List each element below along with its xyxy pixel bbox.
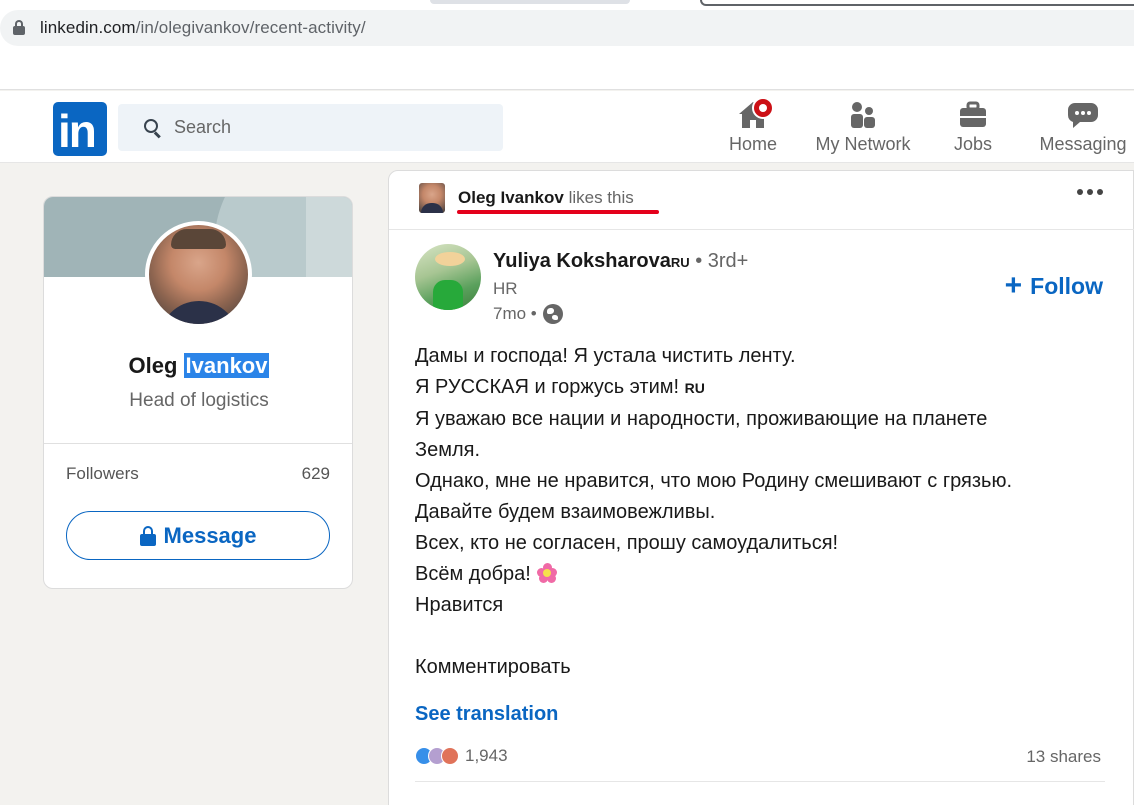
activity-avatar[interactable] — [419, 183, 445, 213]
nav-home[interactable]: Home — [722, 97, 784, 159]
message-button[interactable]: Message — [66, 511, 330, 560]
post-line: Однако, мне не нравится, что мою Родину … — [415, 470, 1013, 492]
love-reaction-icon — [441, 747, 459, 765]
post-time-text: 7mo • — [493, 304, 537, 323]
nav-home-label: Home — [728, 134, 777, 154]
activity-verb: likes this — [568, 188, 634, 207]
profile-name[interactable]: Oleg Ivankov — [44, 353, 352, 379]
author-flag: RU — [670, 255, 690, 270]
see-translation-link[interactable]: See translation — [415, 703, 558, 726]
profile-last-name: Ivankov — [183, 353, 270, 378]
network-icon — [846, 99, 880, 131]
post-line: Земля. — [415, 439, 481, 461]
divider — [44, 443, 352, 444]
post-timestamp: 7mo • — [493, 304, 563, 324]
nav-my-network-label: My Network — [815, 134, 911, 154]
ru-flag-text: RU — [684, 380, 705, 396]
linkedin-logo[interactable]: in — [53, 102, 107, 157]
nav-jobs-label: Jobs — [953, 134, 993, 154]
reactions-summary[interactable]: 1,943 — [415, 746, 508, 766]
author-avatar[interactable] — [415, 244, 481, 310]
briefcase-icon — [956, 99, 990, 131]
activity-header: Oleg Ivankov likes this — [419, 183, 634, 213]
reactions-count: 1,943 — [465, 746, 508, 765]
followers-count: 629 — [301, 464, 330, 483]
nav-my-network[interactable]: My Network — [813, 99, 913, 159]
post-line-blank — [415, 621, 1095, 652]
linkedin-header: in Home My Network — [0, 91, 1134, 163]
browser-tab[interactable] — [430, 0, 630, 4]
nav-messaging-label: Messaging — [1039, 134, 1127, 154]
url-path: /in/olegivankov/recent-activity/ — [135, 18, 366, 37]
profile-avatar[interactable] — [145, 221, 252, 328]
profile-first-name: Oleg — [128, 353, 178, 378]
divider — [415, 781, 1105, 782]
search-icon — [144, 118, 162, 138]
profile-headline: Head of logistics — [129, 390, 269, 411]
post-line: Я РУССКАЯ и горжусь этим! RU — [415, 376, 705, 398]
search-input[interactable] — [174, 117, 474, 138]
post-line: Всём добра! — [415, 559, 1095, 590]
search-box[interactable] — [118, 104, 503, 151]
follow-button-label: Follow — [1030, 272, 1103, 299]
author-name[interactable]: Yuliya KoksharovaRU • 3rd+ — [493, 250, 748, 273]
url-text[interactable]: linkedin.com/in/olegivankov/recent-activ… — [40, 18, 366, 38]
lock-icon — [139, 525, 156, 546]
post-line: Комментировать — [415, 656, 571, 678]
connection-degree: • 3rd+ — [695, 250, 749, 272]
globe-icon — [542, 304, 563, 324]
followers-label: Followers — [66, 464, 139, 483]
nav-jobs[interactable]: Jobs — [942, 99, 1004, 159]
followers-row[interactable]: Followers 629 — [66, 464, 330, 484]
feed-post: Oleg Ivankov likes this Yuliya Koksharov… — [388, 170, 1134, 805]
notification-badge — [752, 97, 774, 119]
profile-card: Oleg Ivankov Head of logistics Followers… — [43, 196, 353, 589]
flower-emoji-icon — [536, 563, 557, 583]
bookmarks-bar — [0, 52, 1134, 90]
activity-actor-name[interactable]: Oleg Ivankov — [458, 188, 564, 207]
divider — [389, 229, 1134, 230]
annotation-underline — [457, 210, 659, 214]
post-line: Давайте будем взаимовежливы. — [415, 501, 716, 523]
follow-button[interactable]: + Follow — [1005, 271, 1103, 301]
logo-text: in — [58, 105, 97, 157]
lock-icon[interactable] — [12, 20, 26, 36]
message-button-label: Message — [163, 522, 257, 548]
post-line: Всех, кто не согласен, прошу самоудалить… — [415, 532, 839, 554]
url-domain: linkedin.com — [40, 18, 136, 37]
post-body: Дамы и господа! Я устала чистить ленту. … — [415, 341, 1095, 683]
post-line: Я уважаю все нации и народности, прожива… — [415, 408, 988, 430]
author-title: HR — [493, 279, 518, 298]
nav-messaging[interactable]: Messaging — [1036, 99, 1130, 159]
browser-tab-active[interactable] — [700, 0, 1134, 6]
browser-toolbar: linkedin.com/in/olegivankov/recent-activ… — [0, 0, 1134, 52]
post-line: Дамы и господа! Я устала чистить ленту. — [415, 345, 796, 367]
more-options-button[interactable] — [1077, 189, 1103, 195]
post-line: Нравится — [415, 594, 504, 616]
address-bar[interactable]: linkedin.com/in/olegivankov/recent-activ… — [0, 10, 1134, 46]
ellipsis-icon — [1077, 189, 1083, 195]
messaging-icon — [1066, 99, 1100, 131]
plus-icon: + — [1004, 269, 1023, 302]
home-icon — [736, 97, 774, 131]
author-name-text: Yuliya Koksharova — [493, 250, 671, 272]
shares-count[interactable]: 13 shares — [1026, 747, 1101, 767]
